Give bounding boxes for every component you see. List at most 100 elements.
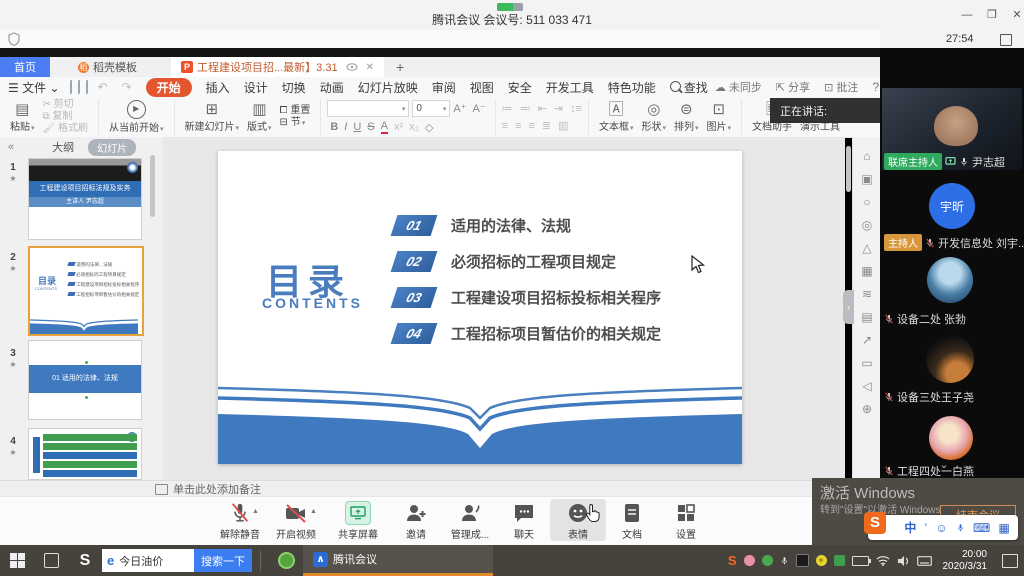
green-app-button[interactable] [269, 545, 303, 576]
ime-punct-icon[interactable]: ’ [925, 521, 928, 535]
emoji-button[interactable]: 表情 [550, 499, 606, 541]
format-painter-button[interactable]: 🖌 格式刷 [43, 123, 88, 135]
bold-icon[interactable]: B [330, 121, 338, 133]
tab-templates[interactable]: 稻 稻壳模板 [68, 57, 147, 77]
share-panel-icon[interactable]: ↗ [862, 333, 872, 347]
grow-font-icon[interactable]: A⁺ [453, 102, 466, 115]
task-view-button[interactable] [34, 545, 68, 576]
ime-keyboard-icon[interactable]: ⌨ [973, 521, 990, 535]
collapse-panel-icon[interactable]: « [8, 141, 14, 153]
unmute-button[interactable]: 解除静音 [212, 499, 268, 541]
output-icon[interactable] [78, 80, 80, 94]
triangle-panel-icon[interactable]: △ [862, 241, 871, 255]
menu-tab-home[interactable]: 开始 [146, 78, 192, 97]
undo-icon[interactable]: ↶ [98, 80, 108, 94]
docs-button[interactable]: 文档 [604, 499, 660, 541]
panel-scrollbar[interactable] [150, 155, 155, 217]
shape-panel-icon[interactable]: ○ [863, 195, 870, 209]
align-left-icon[interactable]: ≡ [502, 120, 508, 132]
sogou-logo-icon[interactable]: S [864, 512, 886, 534]
section-button[interactable]: ⊟ 节▾ [280, 117, 311, 130]
ime-toolbar[interactable]: 中 ’ ☺ ⌨ ▦ [868, 515, 1018, 540]
thumb-slide-1[interactable]: 工程建设项目招标法规及实务 主讲人 尹志超 [28, 158, 142, 240]
menu-tab-slideshow[interactable]: 幻灯片放映 [358, 79, 418, 96]
close-button[interactable]: ✕ [1008, 6, 1024, 24]
find-button[interactable]: 查找 [670, 79, 708, 96]
video-options-caret[interactable]: ▲ [310, 508, 317, 515]
cut-button[interactable]: ✂ 剪切 [43, 99, 88, 111]
font-name-select[interactable]: ▾ [327, 100, 409, 117]
arrange-button[interactable]: ⊜排列▾ [674, 102, 699, 133]
restore-button[interactable]: ❐ [983, 6, 1001, 24]
ime-emoji-icon[interactable]: ☺ [935, 521, 947, 535]
start-button[interactable] [0, 545, 34, 576]
print-icon[interactable] [86, 80, 88, 94]
bullets-icon[interactable]: ≔ [502, 102, 513, 115]
file-menu[interactable]: ☰ 文件 ⌄ [8, 79, 60, 96]
add-panel-icon[interactable]: ⊕ [862, 402, 872, 416]
menu-tab-features[interactable]: 特色功能 [608, 79, 656, 96]
home-panel-icon[interactable]: ⌂ [863, 149, 870, 163]
redo-icon[interactable]: ↷ [122, 80, 132, 94]
justify-icon[interactable]: ≣ [542, 119, 551, 132]
waves-panel-icon[interactable]: ≋ [862, 287, 872, 301]
columns-icon[interactable]: ▥ [558, 119, 568, 132]
avatar-yuxin[interactable]: 宇昕 [929, 183, 975, 229]
canvas-scrollbar[interactable] [846, 146, 851, 192]
thumb-slide-2[interactable]: 目录 CONTENTS 适用的法律、法规 必须招标的工程项目规定 工程建设项目招… [28, 246, 144, 336]
align-center-icon[interactable]: ≡ [515, 120, 521, 132]
share-screen-button[interactable]: 共享屏幕 [330, 499, 386, 541]
help-button[interactable]: ? [872, 80, 879, 94]
shrink-font-icon[interactable]: A⁻ [472, 102, 485, 115]
numbering-icon[interactable]: ≕ [520, 102, 531, 115]
minimize-button[interactable]: — [958, 6, 976, 24]
tray-cam-icon[interactable] [834, 555, 845, 566]
comment-button[interactable]: ⊡ 批注 [824, 79, 858, 95]
strikethrough-icon[interactable]: S [367, 121, 374, 133]
thumb-slide-4[interactable] [28, 428, 142, 480]
share-button[interactable]: ⇱ 分享 [776, 79, 810, 95]
thumb-slide-3[interactable]: 01 适用的法律、法规 [28, 340, 142, 420]
menu-tab-view[interactable]: 视图 [470, 79, 494, 96]
highlight-icon[interactable]: ◇ [425, 121, 433, 134]
textbox-button[interactable]: 🄰文本框▾ [599, 102, 634, 133]
menu-tab-review[interactable]: 审阅 [432, 79, 456, 96]
frame-panel-icon[interactable]: ▭ [861, 356, 872, 370]
font-size-select[interactable]: 0▾ [412, 100, 450, 117]
menu-tab-devtools[interactable]: 开发工具 [546, 79, 594, 96]
taskbar-clock[interactable]: 20:00 2020/3/31 [943, 549, 988, 573]
subscript-icon[interactable]: x₂ [409, 121, 419, 133]
picture-button[interactable]: ⊡图片▾ [707, 102, 732, 133]
save-icon[interactable] [70, 80, 72, 94]
layout-button[interactable]: ▥版式▾ [247, 102, 272, 133]
tray-mic-icon[interactable] [780, 555, 789, 567]
eye-protect-icon[interactable] [346, 63, 358, 71]
menu-tab-transition[interactable]: 切换 [282, 79, 306, 96]
indent-more-icon[interactable]: ⇥ [554, 102, 563, 115]
start-video-button[interactable]: 开启视频 [268, 499, 324, 541]
collapse-videos-chevron[interactable]: ⌄ [934, 458, 954, 471]
play-from-current-button[interactable]: ▶ 从当前开始▾ [109, 100, 164, 134]
tray-battery-icon[interactable] [852, 556, 869, 566]
avatar-baiyan[interactable] [929, 416, 973, 460]
panel-expand-handle[interactable]: › [843, 290, 854, 324]
align-right-icon[interactable]: ≡ [528, 120, 534, 132]
menu-tab-animation[interactable]: 动画 [320, 79, 344, 96]
settings-button[interactable]: 设置 [658, 499, 714, 541]
ime-skin-icon[interactable]: ▦ [998, 521, 1009, 535]
new-slide-button[interactable]: ⊞新建幻灯片▾ [185, 102, 240, 133]
new-tab-button[interactable]: + [384, 57, 416, 77]
sync-status[interactable]: ☁ 未同步 [715, 79, 762, 95]
tab-document[interactable]: P 工程建设项目招...最新】3.31 ✕ [171, 57, 384, 77]
tray-plus-icon[interactable]: + [816, 555, 827, 566]
mic-options-caret[interactable]: ▲ [252, 508, 259, 515]
font-color-icon[interactable]: A [381, 120, 388, 134]
taskbar-tencent-meeting[interactable]: ∧ 腾讯会议 [303, 545, 493, 576]
tray-flower-icon[interactable] [744, 555, 755, 566]
menu-tab-security[interactable]: 安全 [508, 79, 532, 96]
ime-voice-icon[interactable] [956, 522, 965, 534]
paste-button[interactable]: ▤粘贴▾ [10, 102, 35, 133]
tab-close-icon[interactable]: ✕ [366, 62, 374, 73]
browser-s-button[interactable]: S [68, 545, 102, 576]
outline-tab[interactable]: 大纲 [52, 139, 74, 155]
